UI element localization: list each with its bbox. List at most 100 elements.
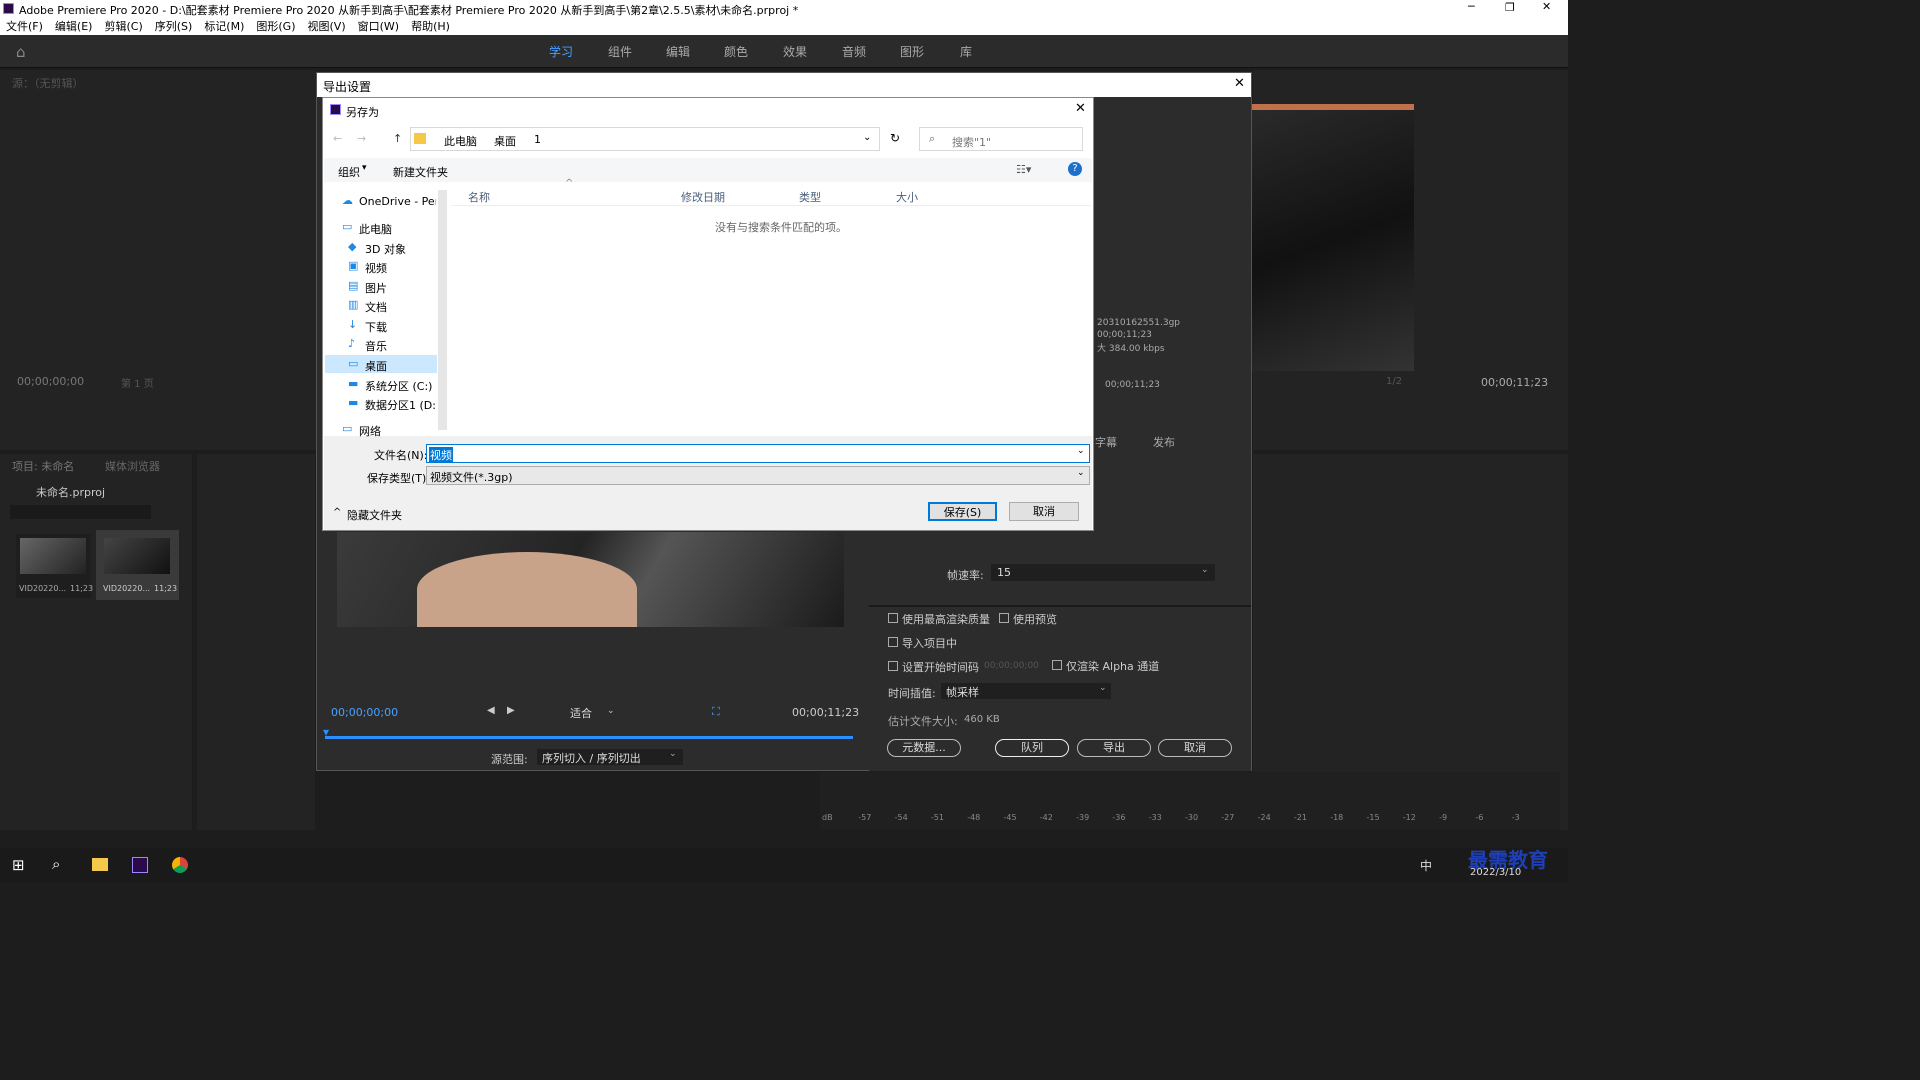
search-input[interactable]: ⌕ 搜索"1" xyxy=(919,127,1083,151)
playhead-icon[interactable]: ▾ xyxy=(323,725,329,739)
alpha-only-checkbox[interactable] xyxy=(1052,660,1062,670)
mark-in-icon[interactable]: ◀ xyxy=(487,705,495,716)
output-timecode-start[interactable]: 00;00;00;00 xyxy=(331,706,398,719)
interp-dropdown[interactable]: 帧采样 ⌄ xyxy=(941,683,1111,699)
use-preview-checkbox[interactable] xyxy=(999,613,1009,623)
start-timecode-input[interactable]: 00;00;00;00 xyxy=(984,661,1039,671)
menu-item[interactable]: 帮助(H) xyxy=(411,20,450,33)
workspace-tab[interactable]: 颜色 xyxy=(724,43,748,60)
nav-scrollbar[interactable] xyxy=(438,190,447,430)
nav-item[interactable]: 桌面 xyxy=(365,358,387,374)
file-explorer-icon[interactable] xyxy=(92,858,108,871)
col-name[interactable]: 名称 xyxy=(468,189,490,205)
export-button[interactable]: 导出 xyxy=(1077,739,1151,757)
forward-icon[interactable]: → xyxy=(357,132,366,145)
chevron-up-icon[interactable]: ^ xyxy=(333,507,341,518)
max-quality-label: 使用最高渲染质量 xyxy=(902,613,990,626)
import-project-checkbox[interactable] xyxy=(888,637,898,647)
col-size[interactable]: 大小 xyxy=(896,189,918,205)
menu-item[interactable]: 图形(G) xyxy=(256,20,295,33)
nav-item[interactable]: 音乐 xyxy=(365,338,387,354)
breadcrumb-desktop[interactable]: 桌面 xyxy=(494,133,516,149)
menu-item[interactable]: 编辑(E) xyxy=(55,20,93,33)
fit-dropdown[interactable]: 适合 xyxy=(570,705,592,721)
nav-item[interactable]: 系统分区 (C:) xyxy=(365,378,432,394)
hide-folders-button[interactable]: 隐藏文件夹 xyxy=(347,507,402,523)
workspace-tab[interactable]: 音频 xyxy=(842,43,866,60)
nav-item[interactable]: 数据分区1 (D:) xyxy=(365,397,436,413)
premiere-taskbar-icon[interactable] xyxy=(132,857,148,873)
tab-captions[interactable]: 字幕 xyxy=(1095,434,1117,450)
workspace-tab[interactable]: 组件 xyxy=(608,43,632,60)
maximize-button[interactable]: ❐ xyxy=(1505,1,1515,14)
address-bar[interactable]: 此电脑 桌面 1 ⌄ xyxy=(410,127,880,151)
breadcrumb-folder[interactable]: 1 xyxy=(534,133,541,146)
menu-item[interactable]: 文件(F) xyxy=(6,20,43,33)
nav-icon: ▬ xyxy=(348,377,359,390)
metadata-button[interactable]: 元数据... xyxy=(887,739,961,757)
nav-item[interactable]: 文档 xyxy=(365,299,387,315)
clip-thumb-1[interactable]: VID20220... 11;23 xyxy=(16,534,93,598)
meter-label: -12 xyxy=(1402,813,1416,822)
fps-dropdown[interactable]: 15 ⌄ xyxy=(991,564,1215,581)
save-button[interactable]: 保存(S) xyxy=(928,502,997,521)
media-browser-tab[interactable]: 媒体浏览器 xyxy=(105,458,160,474)
type-dropdown[interactable]: 视频文件(*.3gp) ⌄ xyxy=(426,466,1090,485)
view-icon[interactable]: ☷▾ xyxy=(1016,163,1031,176)
chevron-down-icon[interactable]: ⌄ xyxy=(863,132,871,143)
windows-start-icon[interactable]: ⊞ xyxy=(12,856,25,874)
chevron-down-icon[interactable]: ⌄ xyxy=(1077,446,1085,456)
col-type[interactable]: 类型 xyxy=(799,189,821,205)
clip-thumb-2[interactable]: VID20220... 11;23 xyxy=(96,530,179,600)
home-icon[interactable]: ⌂ xyxy=(16,43,26,61)
source-range-dropdown[interactable]: 序列切入 / 序列切出 ⌄ xyxy=(537,749,683,765)
nav-item[interactable]: 3D 对象 xyxy=(365,241,406,257)
workspace-tab[interactable]: 图形 xyxy=(900,43,924,60)
workspace-tab[interactable]: 库 xyxy=(960,43,972,60)
clock-date[interactable]: 2022/3/10 xyxy=(1470,867,1521,878)
back-icon[interactable]: ← xyxy=(333,132,342,145)
search-icon[interactable]: ⌕ xyxy=(52,855,60,873)
nav-item[interactable]: OneDrive - Pers... xyxy=(359,195,436,208)
workspace-tab[interactable]: 学习 xyxy=(549,43,573,60)
nav-item[interactable]: 网络 xyxy=(359,423,381,439)
menu-item[interactable]: 剪辑(C) xyxy=(104,20,142,33)
filename-input[interactable]: 视频 ⌄ xyxy=(426,444,1090,463)
preview-page[interactable]: 1/2 xyxy=(1386,376,1402,387)
minimize-button[interactable]: ─ xyxy=(1468,0,1475,13)
chrome-icon[interactable] xyxy=(172,857,188,873)
close-icon[interactable]: ✕ xyxy=(1075,101,1086,116)
refresh-icon[interactable]: ↻ xyxy=(890,131,900,145)
mark-out-icon[interactable]: ▶ xyxy=(507,705,515,716)
tab-publish[interactable]: 发布 xyxy=(1153,434,1175,450)
workspace-tab[interactable]: 编辑 xyxy=(666,43,690,60)
cancel-button[interactable]: 取消 xyxy=(1009,502,1079,521)
workspace-tab[interactable]: 效果 xyxy=(783,43,807,60)
nav-item[interactable]: 图片 xyxy=(365,280,387,296)
menu-item[interactable]: 序列(S) xyxy=(155,20,193,33)
max-quality-checkbox[interactable] xyxy=(888,613,898,623)
clip-duration: 11;23 xyxy=(154,584,178,593)
menu-item[interactable]: 窗口(W) xyxy=(358,20,399,33)
project-tab[interactable]: 项目: 未命名 xyxy=(12,458,74,474)
cancel-export-button[interactable]: 取消 xyxy=(1158,739,1232,757)
queue-button[interactable]: 队列 xyxy=(995,739,1069,757)
nav-item[interactable]: 此电脑 xyxy=(359,221,392,237)
organize-button[interactable]: 组织 xyxy=(338,164,360,180)
close-button[interactable]: ✕ xyxy=(1542,0,1551,13)
new-folder-button[interactable]: 新建文件夹 xyxy=(393,164,448,180)
up-icon[interactable]: ↑ xyxy=(393,132,402,145)
nav-item[interactable]: 视频 xyxy=(365,260,387,276)
menu-item[interactable]: 视图(V) xyxy=(308,20,346,33)
ime-indicator[interactable]: 中 xyxy=(1420,857,1432,874)
menu-item[interactable]: 标记(M) xyxy=(204,20,244,33)
start-timecode-checkbox[interactable] xyxy=(888,661,898,671)
help-icon[interactable]: ? xyxy=(1068,162,1082,176)
project-search[interactable] xyxy=(10,505,151,519)
aspect-icon[interactable]: ⛶ xyxy=(712,705,720,719)
close-icon[interactable]: ✕ xyxy=(1234,76,1245,91)
col-date[interactable]: 修改日期 xyxy=(681,189,725,205)
breadcrumb-pc[interactable]: 此电脑 xyxy=(444,133,477,149)
export-scrubber-track[interactable] xyxy=(325,736,853,739)
nav-item[interactable]: 下载 xyxy=(365,319,387,335)
